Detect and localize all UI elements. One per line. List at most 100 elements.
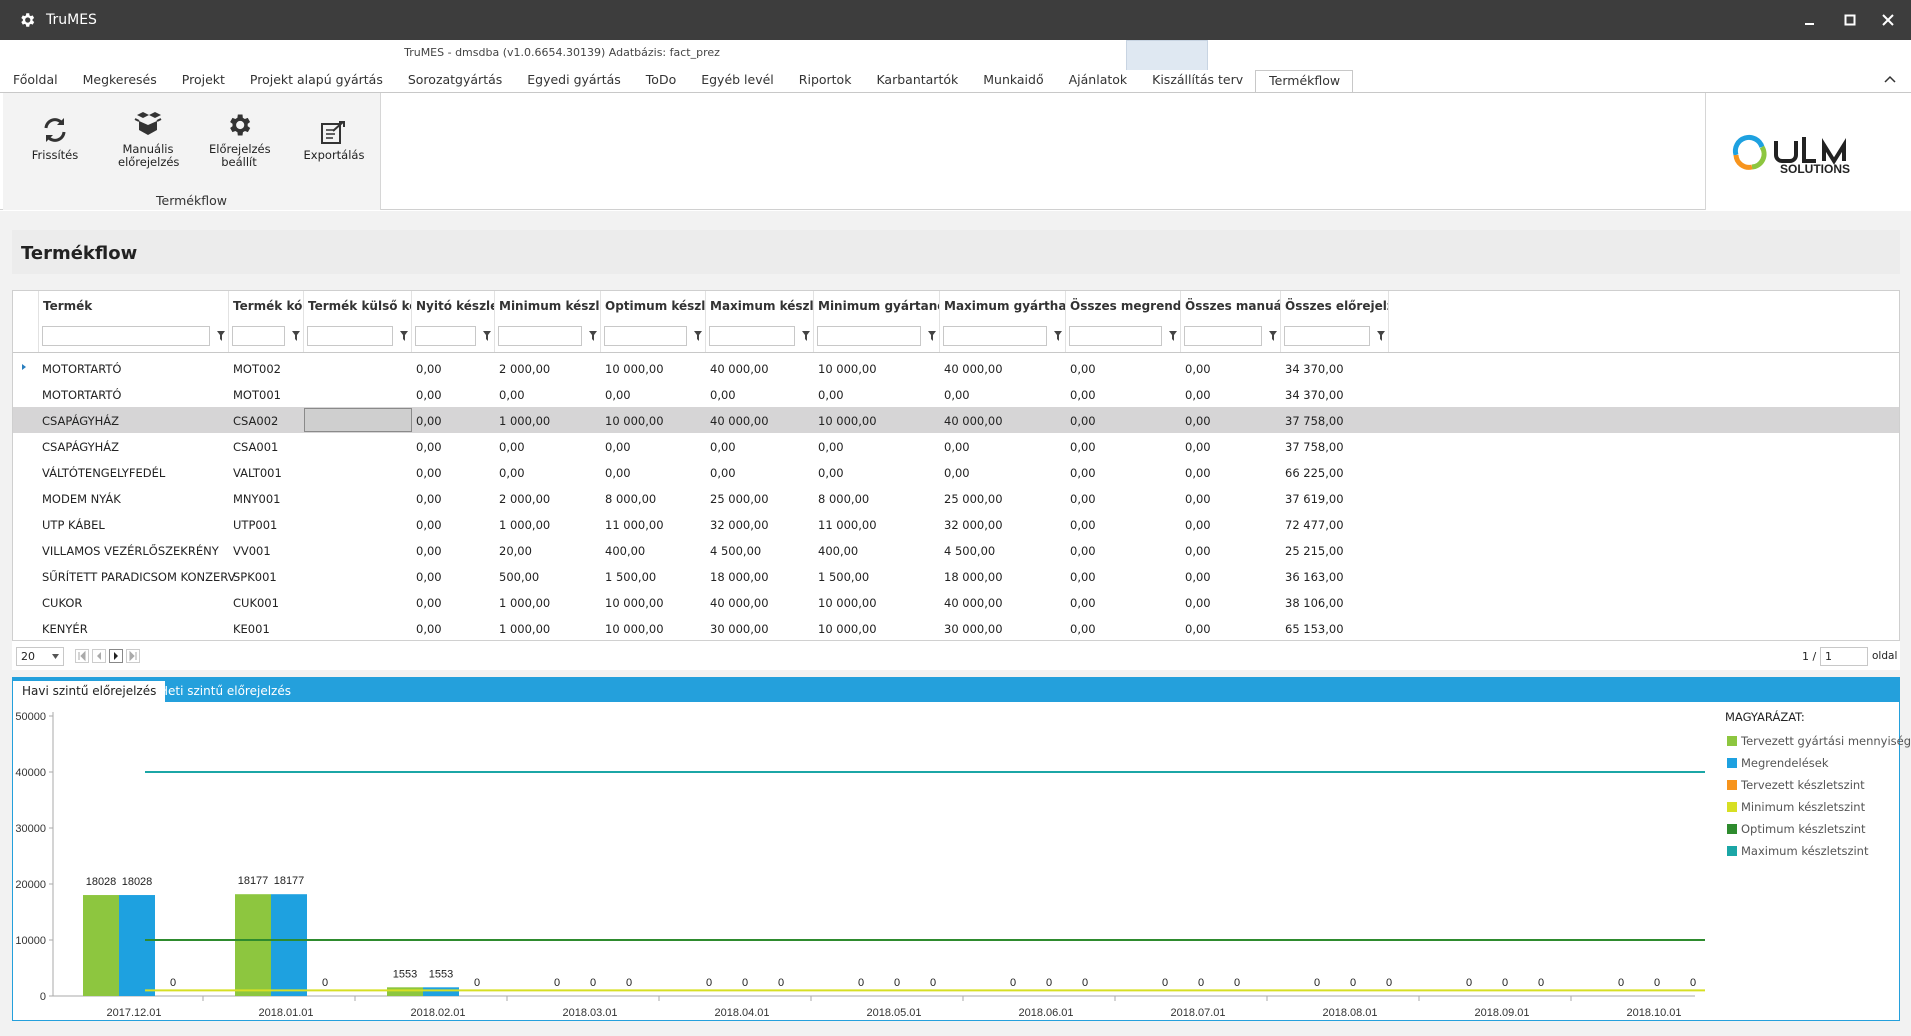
cell-termek-kod[interactable]: CSA001 bbox=[233, 440, 278, 454]
legend-item[interactable]: Optimum készletszint bbox=[1727, 822, 1866, 836]
filter-input-osszes-elorejelzes[interactable] bbox=[1284, 326, 1370, 346]
cell-optimum-keszlet[interactable]: 0,00 bbox=[605, 388, 631, 402]
cell-osszes-megrendelt[interactable]: 0,00 bbox=[1070, 362, 1096, 376]
legend-item[interactable]: Tervezett készletszint bbox=[1727, 778, 1865, 792]
cell-minimum-gyartando[interactable]: 400,00 bbox=[818, 544, 858, 558]
tab-todo[interactable]: ToDo bbox=[633, 70, 688, 92]
cell-nyito-keszlet[interactable]: 0,00 bbox=[416, 414, 442, 428]
cell-minimum-keszlet[interactable]: 1 000,00 bbox=[499, 622, 550, 636]
table-row[interactable]: MOTORTARTÓ MOT001 0,00 0,00 0,00 0,00 0,00 0,00… bbox=[13, 381, 1899, 407]
page-size-select[interactable]: 20 bbox=[16, 647, 64, 666]
cell-osszes-megrendelt[interactable]: 0,00 bbox=[1070, 518, 1096, 532]
cell-nyito-keszlet[interactable]: 0,00 bbox=[416, 440, 442, 454]
refresh-button[interactable]: Frissítés bbox=[25, 115, 85, 162]
tab-munkaido[interactable]: Munkaidő bbox=[970, 70, 1055, 92]
filter-input-optimum-keszlet[interactable] bbox=[604, 326, 687, 346]
prev-page-icon[interactable] bbox=[92, 649, 106, 663]
cell-osszes-megrendelt[interactable]: 0,00 bbox=[1070, 440, 1096, 454]
forecast-settings-button[interactable]: Előrejelzés beállít bbox=[206, 111, 272, 169]
filter-icon[interactable] bbox=[1054, 331, 1062, 341]
filter-icon[interactable] bbox=[483, 331, 491, 341]
cell-termek[interactable]: VÁLTÓTENGELYFEDÉL bbox=[42, 466, 165, 480]
cell-minimum-gyartando[interactable]: 10 000,00 bbox=[818, 596, 877, 610]
next-page-icon[interactable] bbox=[109, 649, 123, 663]
tab-projekt[interactable]: Projekt bbox=[169, 70, 237, 92]
table-row[interactable]: KENYÉR KE001 0,00 1 000,00 10 000,00 30 000,0… bbox=[13, 615, 1899, 641]
cell-nyito-keszlet[interactable]: 0,00 bbox=[416, 492, 442, 506]
cell-maximum-keszlet[interactable]: 25 000,00 bbox=[710, 492, 769, 506]
cell-maximum-gyarthato[interactable]: 0,00 bbox=[944, 388, 970, 402]
cell-maximum-gyarthato[interactable]: 32 000,00 bbox=[944, 518, 1003, 532]
cell-termek[interactable]: MODEM NYÁK bbox=[42, 492, 121, 506]
col-header-nyito-keszlet[interactable]: Nyitó készlet bbox=[412, 291, 495, 322]
cell-termek[interactable]: MOTORTARTÓ bbox=[42, 388, 121, 402]
cell-osszes-manualis[interactable]: 0,00 bbox=[1185, 440, 1211, 454]
cell-maximum-gyarthato[interactable]: 4 500,00 bbox=[944, 544, 995, 558]
cell-minimum-keszlet[interactable]: 2 000,00 bbox=[499, 362, 550, 376]
cell-osszes-megrendelt[interactable]: 0,00 bbox=[1070, 414, 1096, 428]
cell-osszes-elorejelzes[interactable]: 66 225,00 bbox=[1285, 466, 1344, 480]
cell-nyito-keszlet[interactable]: 0,00 bbox=[416, 362, 442, 376]
cell-osszes-manualis[interactable]: 0,00 bbox=[1185, 596, 1211, 610]
filter-input-minimum-gyartando[interactable] bbox=[817, 326, 921, 346]
cell-osszes-megrendelt[interactable]: 0,00 bbox=[1070, 596, 1096, 610]
tab-kiszallitas-terv[interactable]: Kiszállítás terv bbox=[1139, 70, 1255, 92]
cell-nyito-keszlet[interactable]: 0,00 bbox=[416, 622, 442, 636]
filter-input-maximum-gyarthato[interactable] bbox=[943, 326, 1047, 346]
cell-minimum-keszlet[interactable]: 500,00 bbox=[499, 570, 539, 584]
cell-maximum-gyarthato[interactable]: 0,00 bbox=[944, 440, 970, 454]
cell-maximum-keszlet[interactable]: 0,00 bbox=[710, 466, 736, 480]
table-row[interactable]: VÁLTÓTENGELYFEDÉL VALT001 0,00 0,00 0,00 0,00… bbox=[13, 459, 1899, 485]
cell-nyito-keszlet[interactable]: 0,00 bbox=[416, 388, 442, 402]
cell-osszes-manualis[interactable]: 0,00 bbox=[1185, 544, 1211, 558]
cell-osszes-megrendelt[interactable]: 0,00 bbox=[1070, 544, 1096, 558]
minimize-button[interactable] bbox=[1797, 8, 1823, 32]
table-row[interactable]: CSAPÁGYHÁZ CSA001 0,00 0,00 0,00 0,00 0,00 0,00… bbox=[13, 433, 1899, 459]
cell-minimum-gyartando[interactable]: 11 000,00 bbox=[818, 518, 877, 532]
cell-osszes-elorejelzes[interactable]: 34 370,00 bbox=[1285, 388, 1344, 402]
cell-nyito-keszlet[interactable]: 0,00 bbox=[416, 466, 442, 480]
tab-riportok[interactable]: Riportok bbox=[786, 70, 864, 92]
export-button[interactable]: Exportálás bbox=[299, 119, 369, 162]
cell-osszes-megrendelt[interactable]: 0,00 bbox=[1070, 492, 1096, 506]
cell-maximum-keszlet[interactable]: 0,00 bbox=[710, 388, 736, 402]
cell-optimum-keszlet[interactable]: 8 000,00 bbox=[605, 492, 656, 506]
table-row[interactable]: MOTORTARTÓ MOT002 0,00 2 000,00 10 000,00 40 … bbox=[13, 355, 1899, 381]
cell-minimum-gyartando[interactable]: 0,00 bbox=[818, 388, 844, 402]
cell-termek[interactable]: SŰRÍTETT PARADICSOM KONZERV bbox=[42, 570, 236, 584]
tab-ajanlatok[interactable]: Ajánlatok bbox=[1056, 70, 1140, 92]
cell-editor[interactable] bbox=[304, 408, 412, 432]
cell-osszes-megrendelt[interactable]: 0,00 bbox=[1070, 388, 1096, 402]
legend-item[interactable]: Megrendelések bbox=[1727, 756, 1829, 770]
col-header-osszes-elorejelzes[interactable]: Összes előrejelzés bbox=[1281, 291, 1389, 322]
tab-fooldal[interactable]: Főoldal bbox=[0, 70, 70, 92]
cell-minimum-keszlet[interactable]: 0,00 bbox=[499, 440, 525, 454]
cell-osszes-manualis[interactable]: 0,00 bbox=[1185, 388, 1211, 402]
cell-optimum-keszlet[interactable]: 10 000,00 bbox=[605, 596, 664, 610]
col-header-termek-kod[interactable]: Termék kód bbox=[229, 291, 304, 322]
cell-maximum-gyarthato[interactable]: 25 000,00 bbox=[944, 492, 1003, 506]
cell-maximum-gyarthato[interactable]: 0,00 bbox=[944, 466, 970, 480]
table-row[interactable]: VILLAMOS VEZÉRLŐSZEKRÉNY VV001 0,00 20,00 40… bbox=[13, 537, 1899, 563]
cell-maximum-keszlet[interactable]: 40 000,00 bbox=[710, 414, 769, 428]
filter-icon[interactable] bbox=[802, 331, 810, 341]
cell-osszes-elorejelzes[interactable]: 72 477,00 bbox=[1285, 518, 1344, 532]
table-row[interactable]: UTP KÁBEL UTP001 0,00 1 000,00 11 000,00 32 0… bbox=[13, 511, 1899, 537]
cell-minimum-gyartando[interactable]: 0,00 bbox=[818, 440, 844, 454]
cell-nyito-keszlet[interactable]: 0,00 bbox=[416, 544, 442, 558]
tab-egyedi-gyartas[interactable]: Egyedi gyártás bbox=[514, 70, 633, 92]
cell-termek[interactable]: CUKOR bbox=[42, 596, 82, 610]
cell-minimum-keszlet[interactable]: 1 000,00 bbox=[499, 518, 550, 532]
tab-weekly-forecast[interactable]: Heti szintű előrejelzés bbox=[150, 681, 300, 702]
cell-termek[interactable]: CSAPÁGYHÁZ bbox=[42, 414, 119, 428]
col-header-maximum-gyarthato[interactable]: Maximum gyártható bbox=[940, 291, 1066, 322]
cell-nyito-keszlet[interactable]: 0,00 bbox=[416, 596, 442, 610]
ribbon-collapse-icon[interactable] bbox=[1883, 72, 1897, 86]
close-button[interactable] bbox=[1875, 8, 1901, 32]
cell-maximum-gyarthato[interactable]: 40 000,00 bbox=[944, 414, 1003, 428]
table-row[interactable]: MODEM NYÁK MNY001 0,00 2 000,00 8 000,00 25 0… bbox=[13, 485, 1899, 511]
first-page-icon[interactable] bbox=[75, 649, 89, 663]
cell-maximum-keszlet[interactable]: 0,00 bbox=[710, 440, 736, 454]
filter-input-nyito-keszlet[interactable] bbox=[415, 326, 476, 346]
cell-optimum-keszlet[interactable]: 400,00 bbox=[605, 544, 645, 558]
